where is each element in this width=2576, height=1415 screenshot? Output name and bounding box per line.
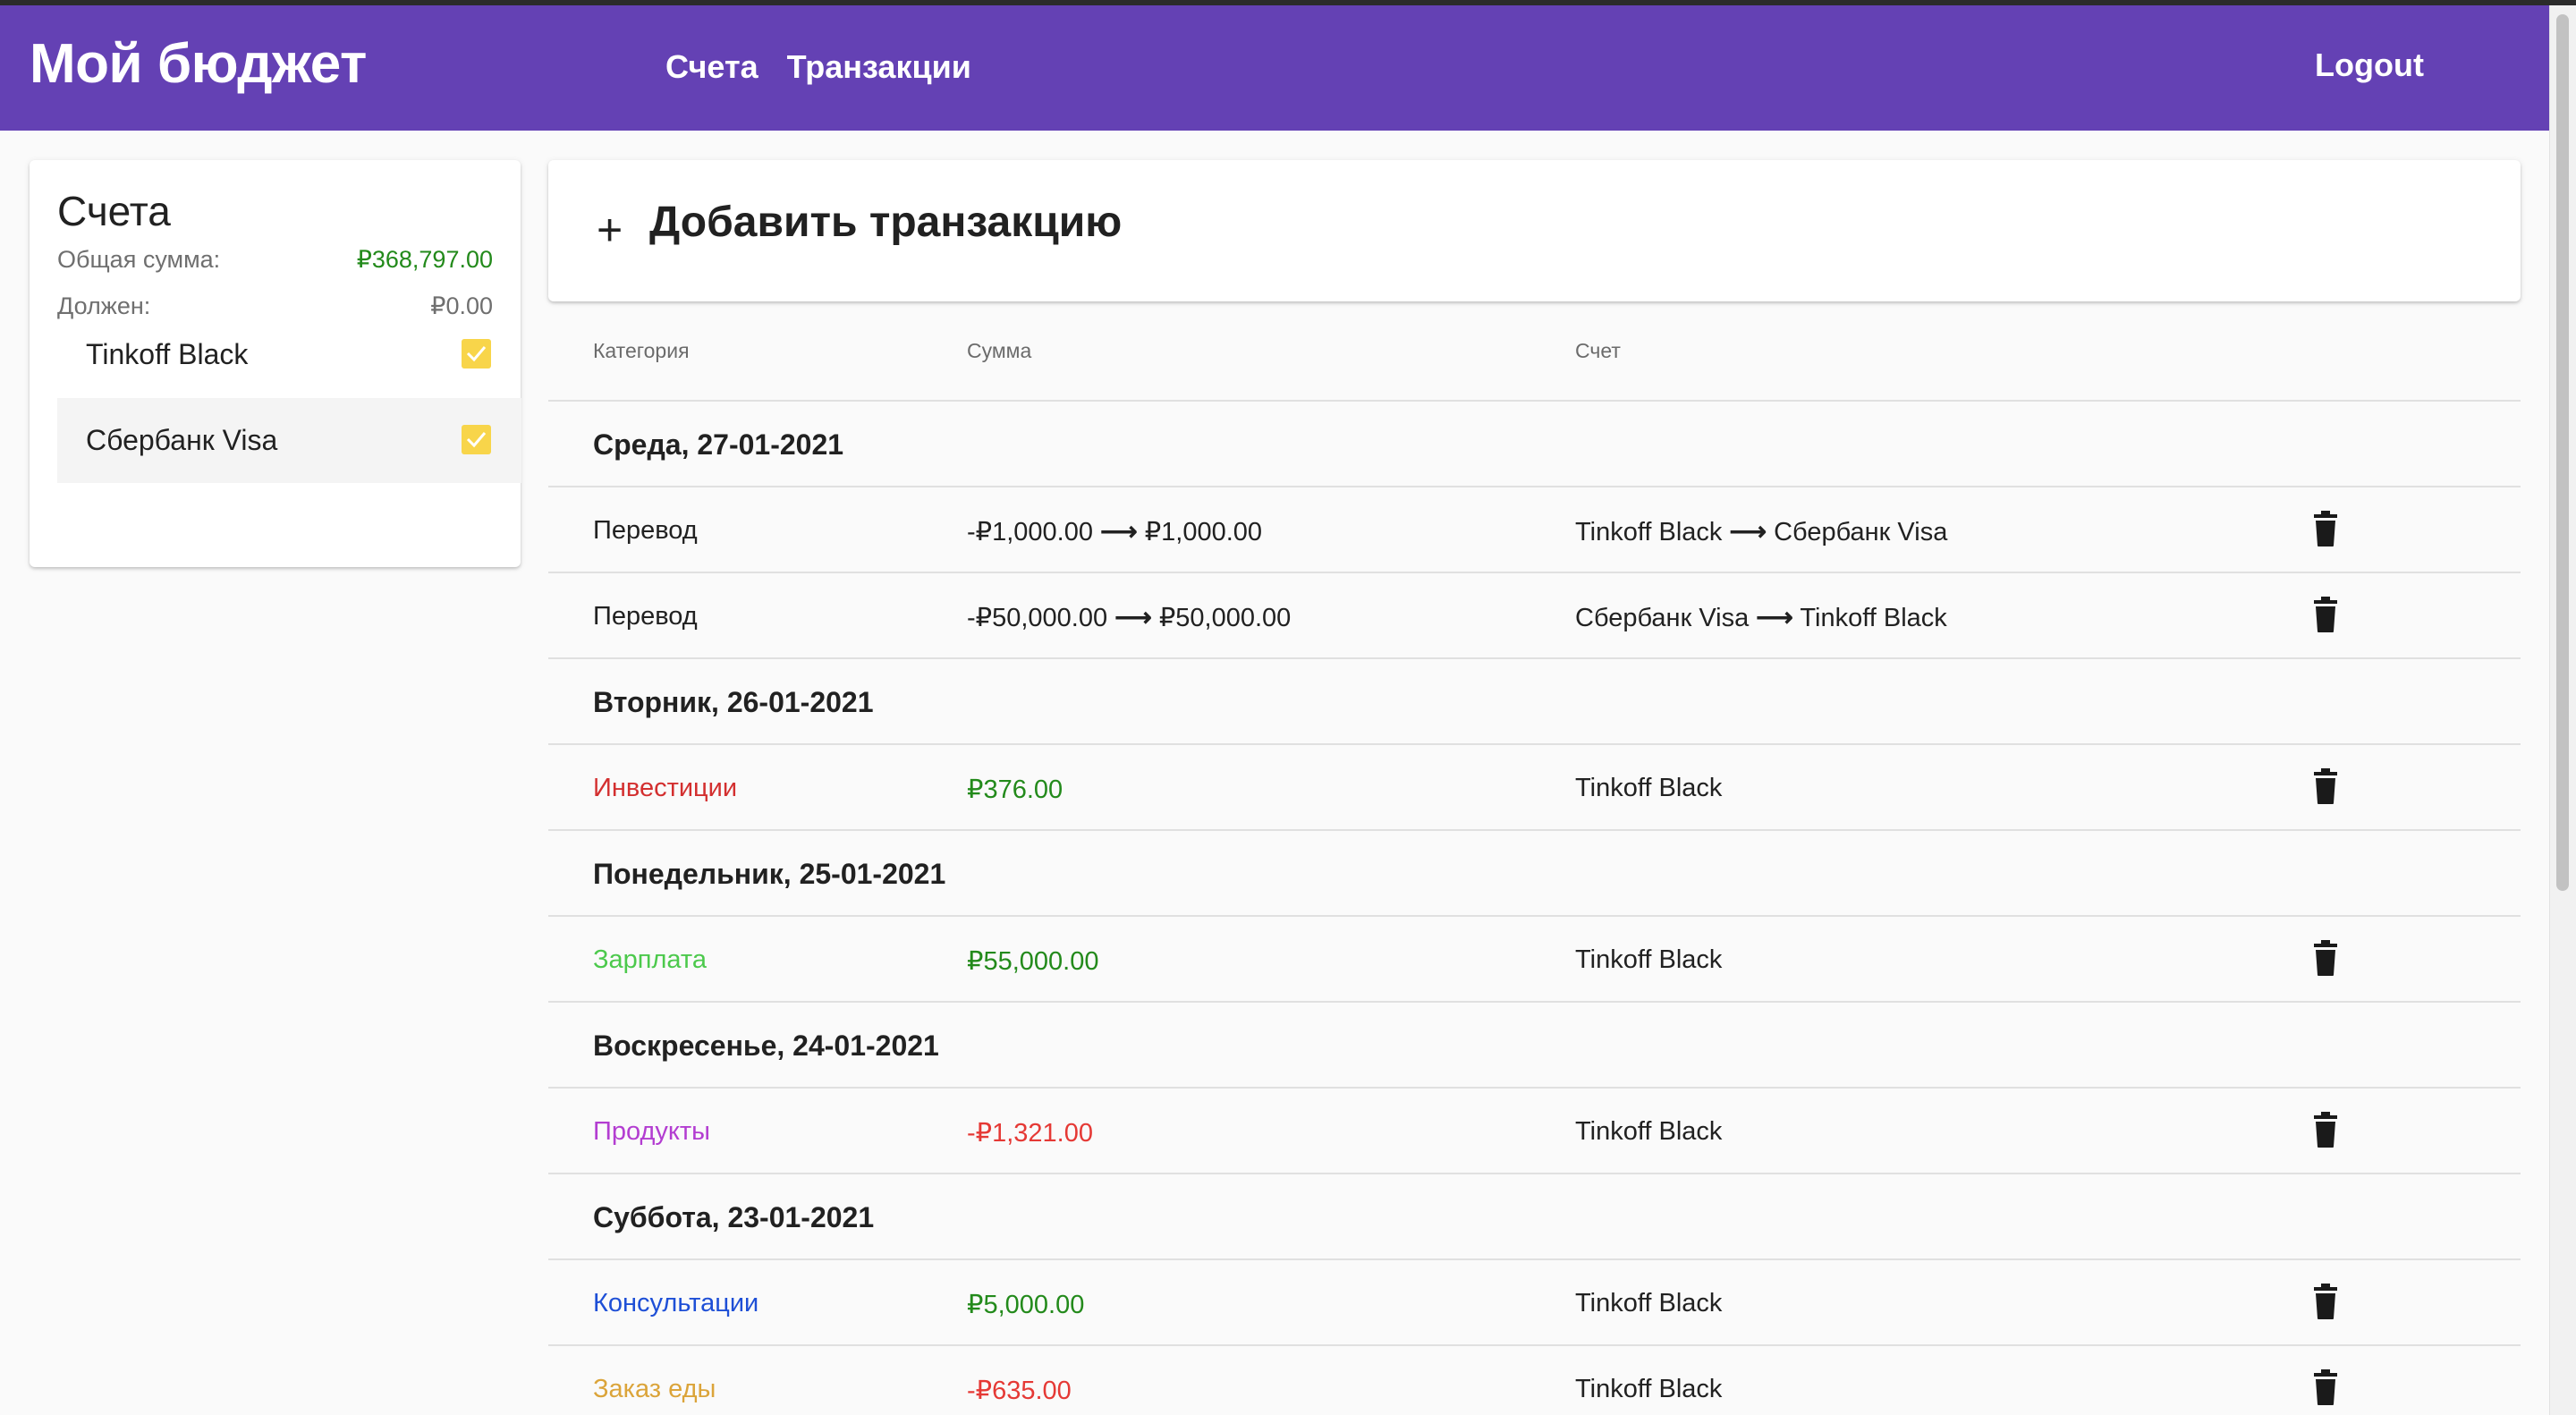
date-group-row: Понедельник, 25-01-2021 xyxy=(548,831,2521,917)
arrow-icon: ⟶ xyxy=(1114,604,1152,632)
transaction-category: Перевод xyxy=(593,602,698,631)
transaction-category: Консультации xyxy=(593,1289,759,1318)
account-from: Tinkoff Black xyxy=(1575,518,1723,547)
transaction-row[interactable]: Заказ еды -₽635.00 Tinkoff Black xyxy=(548,1346,2521,1415)
account-item-tinkoff[interactable]: Tinkoff Black xyxy=(57,312,521,397)
add-transaction-label: Добавить транзакцию xyxy=(649,199,1123,246)
account-to: Сбербанк Visa xyxy=(1774,518,1948,547)
total-sum-row: Общая сумма: ₽368,797.00 xyxy=(57,246,493,274)
date-group-label: Суббота, 23-01-2021 xyxy=(593,1201,875,1233)
plus-icon: + xyxy=(597,205,623,255)
transaction-amount: ₽55,000.00 xyxy=(967,947,1099,976)
trash-icon[interactable] xyxy=(2312,768,2339,804)
main-nav: Счета Транзакции xyxy=(665,48,971,86)
date-group-label: Среда, 27-01-2021 xyxy=(593,428,844,461)
date-group-row: Вторник, 26-01-2021 xyxy=(548,659,2521,745)
trash-icon[interactable] xyxy=(2312,1369,2339,1405)
nav-accounts-link[interactable]: Счета xyxy=(665,48,758,86)
account-name: Сбербанк Visa xyxy=(86,424,278,456)
transactions-table: Категория Сумма Счет Среда, 27-01-2021 Пе… xyxy=(548,301,2521,1415)
transaction-row[interactable]: Перевод -₽50,000.00 ⟶ ₽50,000.00 Сбербанк … xyxy=(548,573,2521,659)
account-name: Tinkoff Black xyxy=(86,338,249,370)
transaction-amount: ₽5,000.00 xyxy=(967,1291,1085,1319)
transaction-account: Tinkoff Black xyxy=(1575,1375,1723,1403)
account-checkbox[interactable] xyxy=(462,339,491,369)
trash-icon[interactable] xyxy=(2312,940,2339,976)
transaction-amount: -₽635.00 xyxy=(967,1377,1072,1405)
transaction-row[interactable]: Продукты -₽1,321.00 Tinkoff Black xyxy=(548,1089,2521,1174)
account-checkbox[interactable] xyxy=(462,425,491,454)
amount-to: ₽1,000.00 xyxy=(1144,518,1263,547)
page-scrollbar-thumb[interactable] xyxy=(2556,14,2569,891)
arrow-icon: ⟶ xyxy=(1756,604,1793,632)
accounts-card: Счета Общая сумма: ₽368,797.00 Должен: ₽… xyxy=(30,160,521,567)
trash-icon[interactable] xyxy=(2312,1284,2339,1319)
amount-from: -₽1,000.00 xyxy=(967,518,1093,547)
accounts-title: Счета xyxy=(57,188,171,234)
total-sum-label: Общая сумма: xyxy=(57,246,221,273)
table-header: Категория Сумма Счет xyxy=(548,301,2521,402)
date-group-row: Суббота, 23-01-2021 xyxy=(548,1174,2521,1260)
trash-icon[interactable] xyxy=(2312,1112,2339,1148)
date-group-label: Вторник, 26-01-2021 xyxy=(593,686,874,718)
column-header-account[interactable]: Счет xyxy=(1575,339,1621,363)
transaction-amount: -₽1,000.00 ⟶ ₽1,000.00 xyxy=(967,516,1262,547)
transaction-amount: ₽376.00 xyxy=(967,775,1063,804)
transaction-category: Заказ еды xyxy=(593,1375,716,1403)
date-group-label: Понедельник, 25-01-2021 xyxy=(593,858,946,890)
app-brand[interactable]: Мой бюджет xyxy=(30,32,367,96)
transaction-account: Tinkoff Black xyxy=(1575,1117,1723,1146)
account-from: Сбербанк Visa xyxy=(1575,604,1750,632)
arrow-icon: ⟶ xyxy=(1100,518,1138,547)
date-group-label: Воскресенье, 24-01-2021 xyxy=(593,1029,939,1062)
account-to: Tinkoff Black xyxy=(1800,604,1947,632)
transaction-row[interactable]: Перевод -₽1,000.00 ⟶ ₽1,000.00 Tinkoff Bla… xyxy=(548,487,2521,573)
transaction-amount: -₽1,321.00 xyxy=(967,1119,1093,1148)
transaction-row[interactable]: Инвестиции ₽376.00 Tinkoff Black xyxy=(548,745,2521,831)
transaction-account: Tinkoff Black xyxy=(1575,774,1723,802)
table-body: Среда, 27-01-2021 Перевод -₽1,000.00 ⟶ ₽1,… xyxy=(548,402,2521,1415)
transaction-category: Инвестиции xyxy=(593,774,738,802)
trash-icon[interactable] xyxy=(2312,597,2339,632)
transaction-category: Зарплата xyxy=(593,945,707,974)
transaction-account: Tinkoff Black xyxy=(1575,945,1723,974)
nav-transactions-link[interactable]: Транзакции xyxy=(787,48,971,86)
transaction-row[interactable]: Консультации ₽5,000.00 Tinkoff Black xyxy=(548,1260,2521,1346)
transaction-account: Сбербанк Visa ⟶ Tinkoff Black xyxy=(1575,602,1947,633)
amount-from: -₽50,000.00 xyxy=(967,604,1108,632)
account-item-sberbank[interactable]: Сбербанк Visa xyxy=(57,398,521,483)
transaction-amount: -₽50,000.00 ⟶ ₽50,000.00 xyxy=(967,602,1291,633)
add-transaction-button[interactable]: + Добавить транзакцию xyxy=(548,160,2521,301)
trash-icon[interactable] xyxy=(2312,511,2339,547)
checkmark-icon xyxy=(466,346,487,362)
arrow-icon: ⟶ xyxy=(1729,518,1767,547)
column-header-category[interactable]: Категория xyxy=(593,339,690,363)
date-group-row: Среда, 27-01-2021 xyxy=(548,402,2521,487)
transaction-account: Tinkoff Black xyxy=(1575,1289,1723,1318)
transaction-category: Продукты xyxy=(593,1117,711,1146)
column-header-amount[interactable]: Сумма xyxy=(967,339,1031,363)
checkmark-icon xyxy=(466,432,487,448)
amount-to: ₽50,000.00 xyxy=(1158,604,1292,632)
transaction-account: Tinkoff Black ⟶ Сбербанк Visa xyxy=(1575,516,1947,547)
transaction-category: Перевод xyxy=(593,516,698,545)
total-sum-value: ₽368,797.00 xyxy=(356,246,493,273)
transaction-row[interactable]: Зарплата ₽55,000.00 Tinkoff Black xyxy=(548,917,2521,1003)
logout-button[interactable]: Logout xyxy=(2315,47,2424,84)
app-bar: Мой бюджет Счета Транзакции Logout xyxy=(0,5,2549,131)
date-group-row: Воскресенье, 24-01-2021 xyxy=(548,1003,2521,1089)
